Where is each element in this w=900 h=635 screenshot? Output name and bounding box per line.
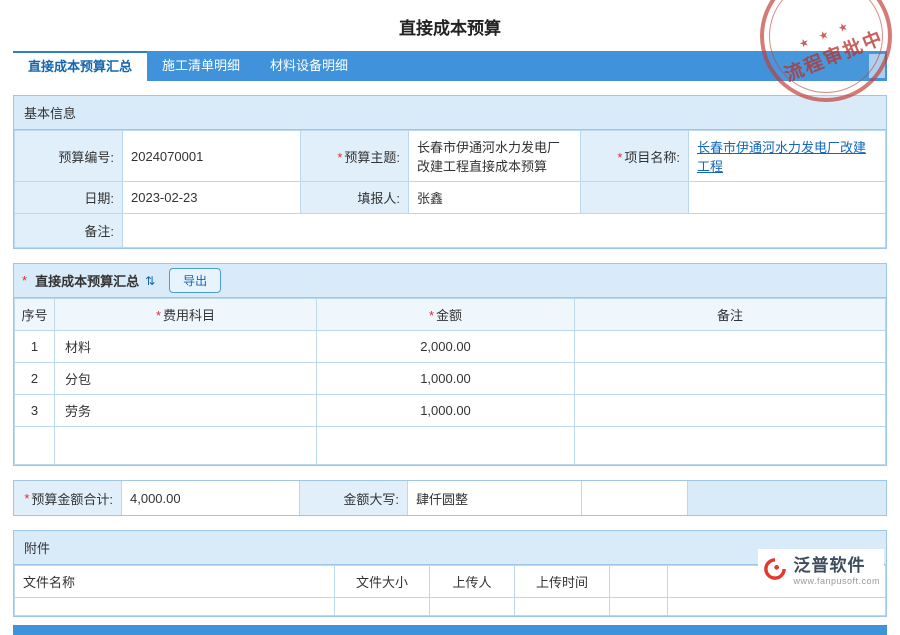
amount-in-words-label: 金额大写:: [300, 481, 408, 515]
cell-remark: [575, 331, 886, 363]
project-name-label: *项目名称:: [581, 131, 689, 182]
table-row[interactable]: 3 劳务 1,000.00: [15, 395, 886, 427]
cell-subject: 分包: [55, 363, 317, 395]
cell-amount: 1,000.00: [317, 363, 575, 395]
summary-toolbar: * 直接成本预算汇总 ⇅ 导出: [14, 264, 886, 298]
cell-remark: [575, 363, 886, 395]
basic-info-table: 预算编号: 2024070001 *预算主题: 长春市伊通河水力发电厂改建工程直…: [14, 130, 886, 248]
cell-subject: 劳务: [55, 395, 317, 427]
empty-label-cell: [581, 182, 689, 214]
empty-value-cell: [689, 182, 886, 214]
budget-subject-value: 长春市伊通河水力发电厂改建工程直接成本预算: [409, 131, 581, 182]
total-amount-value: 4,000.00: [122, 481, 300, 515]
total-amount-label: *预算金额合计:: [14, 481, 122, 515]
budget-no-value: 2024070001: [123, 131, 301, 182]
summary-panel: * 直接成本预算汇总 ⇅ 导出 序号 *费用科目 *金额 备注 1 材料 2,0…: [13, 263, 887, 466]
bottom-section-bar: [13, 625, 887, 635]
basic-info-panel: 基本信息 预算编号: 2024070001 *预算主题: 长春市伊通河水力发电厂…: [13, 95, 887, 249]
cell-remark: [575, 395, 886, 427]
cell-subject: 材料: [55, 331, 317, 363]
tab-direct-cost-budget-summary[interactable]: 直接成本预算汇总: [13, 51, 147, 81]
required-marker: *: [617, 150, 622, 165]
fanpu-logo: 泛普软件 www.fanpusoft.com: [758, 549, 884, 588]
reporter-value: 张鑫: [409, 182, 581, 214]
summary-table: 序号 *费用科目 *金额 备注 1 材料 2,000.00 2 分包 1,000…: [14, 298, 886, 465]
page-title: 直接成本预算: [0, 0, 900, 51]
tab-construction-list-detail[interactable]: 施工清单明细: [147, 51, 255, 81]
cell-no: 1: [15, 331, 55, 363]
attachments-table: 文件名称 文件大小 上传人 上传时间: [14, 565, 886, 616]
col-header-amount: *金额: [317, 299, 575, 331]
budget-subject-label: *预算主题:: [301, 131, 409, 182]
budget-total-bar: *预算金额合计: 4,000.00 金额大写: 肆仟圆整: [13, 480, 887, 516]
empty-attachment-row: [15, 598, 886, 616]
attachments-panel: 附件 文件名称 文件大小 上传人 上传时间: [13, 530, 887, 617]
attachments-section-title: 附件: [14, 531, 886, 565]
amount-in-words-value: 肆仟圆整: [408, 481, 582, 515]
required-marker: *: [156, 308, 161, 323]
tab-bar: 直接成本预算汇总 施工清单明细 材料设备明细: [13, 51, 887, 81]
remark-label: 备注:: [15, 214, 123, 248]
required-marker: *: [337, 150, 342, 165]
total-bar-empty-cell: [582, 481, 688, 515]
project-name-value: 长春市伊通河水力发电厂改建工程: [689, 131, 886, 182]
required-marker: *: [24, 491, 29, 506]
fanpu-logo-icon: [762, 556, 788, 582]
reporter-label: 填报人:: [301, 182, 409, 214]
basic-info-section-title: 基本信息: [14, 96, 886, 130]
brand-name: 泛普软件: [793, 551, 880, 576]
brand-url[interactable]: www.fanpusoft.com: [793, 576, 880, 586]
summary-section-title: 直接成本预算汇总: [35, 271, 139, 290]
remark-value: [123, 214, 886, 248]
cell-amount: 2,000.00: [317, 331, 575, 363]
col-header-no: 序号: [15, 299, 55, 331]
cell-no: 2: [15, 363, 55, 395]
col-header-file-name: 文件名称: [15, 566, 335, 598]
export-button[interactable]: 导出: [169, 268, 221, 293]
sort-icon[interactable]: ⇅: [145, 274, 155, 288]
cell-no: 3: [15, 395, 55, 427]
col-header-upload-time: 上传时间: [515, 566, 610, 598]
project-link[interactable]: 长春市伊通河水力发电厂改建工程: [697, 140, 866, 174]
date-value: 2023-02-23: [123, 182, 301, 214]
required-marker: *: [22, 273, 27, 288]
cell-amount: 1,000.00: [317, 395, 575, 427]
col-header-subject: *费用科目: [55, 299, 317, 331]
date-label: 日期:: [15, 182, 123, 214]
tab-overflow-button[interactable]: [869, 54, 885, 78]
col-header-empty: [610, 566, 668, 598]
col-header-uploader: 上传人: [430, 566, 515, 598]
empty-table-row: [15, 427, 886, 465]
col-header-remark: 备注: [575, 299, 886, 331]
table-row[interactable]: 1 材料 2,000.00: [15, 331, 886, 363]
tab-material-equipment-detail[interactable]: 材料设备明细: [255, 51, 363, 81]
table-row[interactable]: 2 分包 1,000.00: [15, 363, 886, 395]
budget-no-label: 预算编号:: [15, 131, 123, 182]
required-marker: *: [429, 308, 434, 323]
col-header-file-size: 文件大小: [335, 566, 430, 598]
total-bar-filler: [688, 481, 886, 515]
